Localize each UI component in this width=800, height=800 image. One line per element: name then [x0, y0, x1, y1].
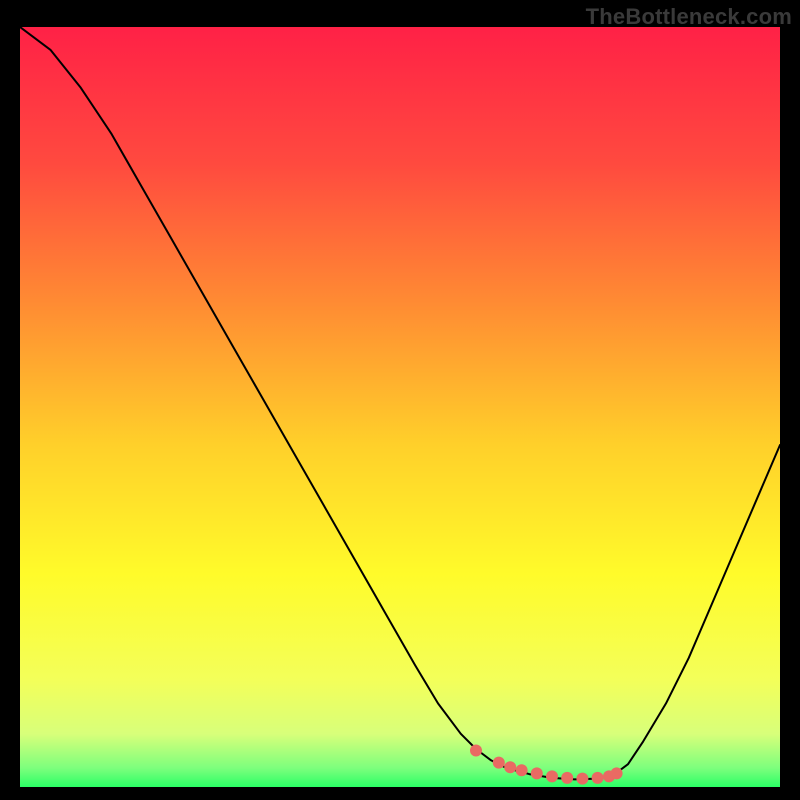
chart-svg	[20, 27, 780, 787]
chart-frame: TheBottleneck.com	[0, 0, 800, 800]
plot-area	[20, 27, 780, 787]
